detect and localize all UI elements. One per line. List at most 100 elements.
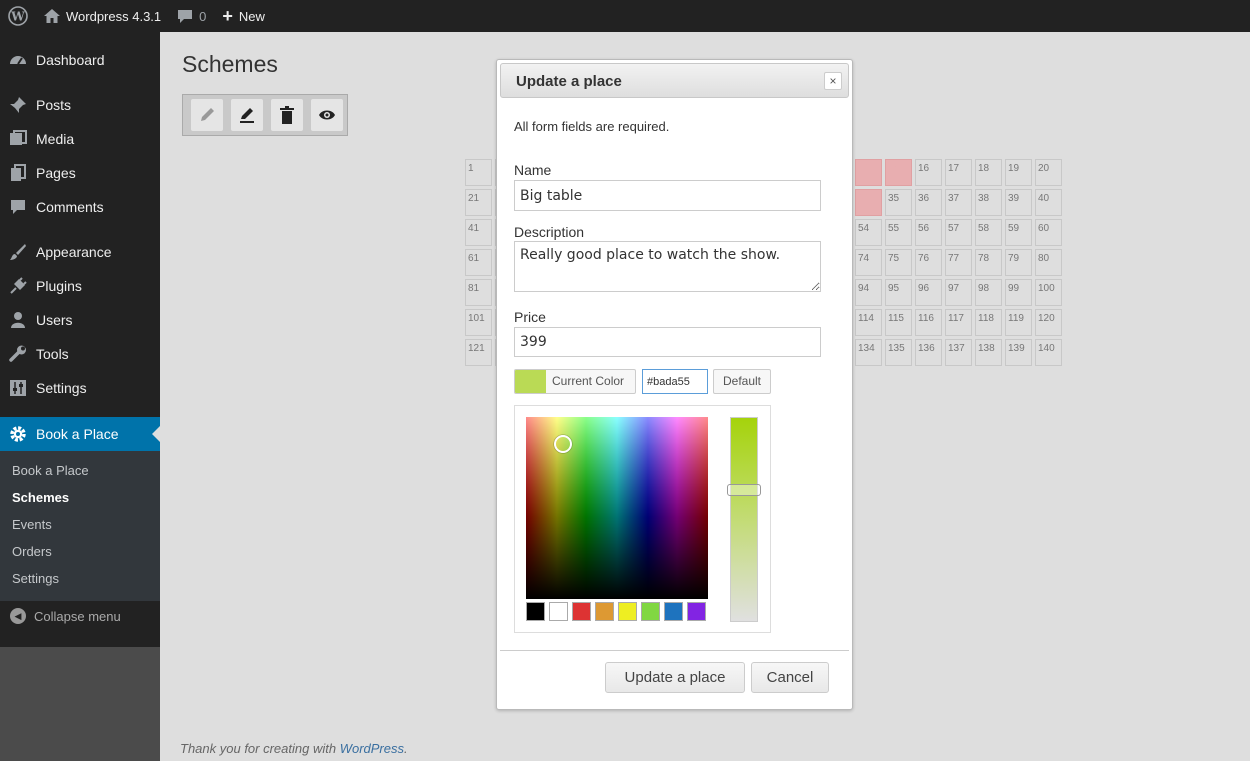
place-cell[interactable]: 56 <box>915 219 942 246</box>
place-cell[interactable]: 60 <box>1035 219 1062 246</box>
place-cell[interactable]: 95 <box>885 279 912 306</box>
new-content-link[interactable]: + New <box>214 0 273 32</box>
palette-swatch[interactable] <box>549 602 568 621</box>
palette-swatch[interactable] <box>618 602 637 621</box>
place-cell[interactable]: 115 <box>885 309 912 336</box>
place-cell[interactable]: 59 <box>1005 219 1032 246</box>
place-cell[interactable]: 38 <box>975 189 1002 216</box>
menu-item-posts[interactable]: Posts <box>0 88 160 122</box>
palette-swatch[interactable] <box>526 602 545 621</box>
place-cell[interactable]: 121 <box>465 339 492 366</box>
submenu-item-book-a-place[interactable]: Book a Place <box>12 463 89 478</box>
place-cell[interactable]: 136 <box>915 339 942 366</box>
place-cell[interactable]: 18 <box>975 159 1002 186</box>
place-cell[interactable]: 117 <box>945 309 972 336</box>
place-cell[interactable]: 58 <box>975 219 1002 246</box>
place-cell[interactable]: 35 <box>885 189 912 216</box>
lightness-slider[interactable] <box>727 417 761 622</box>
hex-color-input[interactable] <box>642 369 708 394</box>
preview-button[interactable] <box>311 99 343 131</box>
site-name-link[interactable]: Wordpress 4.3.1 <box>36 0 169 32</box>
description-textarea[interactable]: Really good place to watch the show. <box>514 241 821 292</box>
menu-item-plugins[interactable]: Plugins <box>0 269 160 303</box>
cancel-button[interactable]: Cancel <box>751 662 829 693</box>
submenu-item-events[interactable]: Events <box>12 517 52 532</box>
palette-swatch[interactable] <box>687 602 706 621</box>
place-cell[interactable]: 134 <box>855 339 882 366</box>
comments-link[interactable]: 0 <box>169 0 214 32</box>
default-color-button[interactable]: Default <box>713 369 771 394</box>
place-cell[interactable]: 39 <box>1005 189 1032 216</box>
place-cell[interactable]: 97 <box>945 279 972 306</box>
menu-item-users[interactable]: Users <box>0 303 160 337</box>
pencil-button[interactable] <box>191 99 223 131</box>
place-cell[interactable]: 41 <box>465 219 492 246</box>
place-cell[interactable]: 61 <box>465 249 492 276</box>
place-cell[interactable]: 79 <box>1005 249 1032 276</box>
palette-swatch[interactable] <box>664 602 683 621</box>
place-cell[interactable]: 99 <box>1005 279 1032 306</box>
place-cell[interactable]: 16 <box>915 159 942 186</box>
delete-button[interactable] <box>271 99 303 131</box>
submenu-item-orders[interactable]: Orders <box>12 544 52 559</box>
place-cell[interactable]: 137 <box>945 339 972 366</box>
place-cell[interactable]: 114 <box>855 309 882 336</box>
menu-item-comments[interactable]: Comments <box>0 190 160 224</box>
place-cell[interactable]: 94 <box>855 279 882 306</box>
place-cell[interactable]: 80 <box>1035 249 1062 276</box>
place-cell[interactable]: 15 <box>885 159 912 186</box>
place-cell[interactable]: 81 <box>465 279 492 306</box>
wordpress-logo-icon[interactable]: W <box>0 0 36 32</box>
place-cell[interactable]: 140 <box>1035 339 1062 366</box>
price-input[interactable] <box>514 327 821 357</box>
place-cell[interactable]: 135 <box>885 339 912 366</box>
collapse-menu-button[interactable]: ◀ Collapse menu <box>10 608 121 624</box>
spectrum-handle[interactable] <box>554 435 572 453</box>
place-cell[interactable]: 101 <box>465 309 492 336</box>
update-place-button[interactable]: Update a place <box>605 662 745 693</box>
place-cell[interactable]: 74 <box>855 249 882 276</box>
place-cell[interactable]: 98 <box>975 279 1002 306</box>
place-cell[interactable]: 57 <box>945 219 972 246</box>
place-cell[interactable]: 17 <box>945 159 972 186</box>
close-icon[interactable]: × <box>824 72 842 90</box>
wordpress-link[interactable]: WordPress <box>340 741 404 756</box>
place-cell[interactable]: 34 <box>855 189 882 216</box>
place-cell[interactable]: 55 <box>885 219 912 246</box>
name-input[interactable] <box>514 180 821 211</box>
menu-item-media[interactable]: Media <box>0 122 160 156</box>
palette-swatch[interactable] <box>572 602 591 621</box>
dialog-titlebar[interactable]: Update a place × <box>500 63 849 98</box>
place-cell[interactable]: 77 <box>945 249 972 276</box>
place-cell[interactable]: 1 <box>465 159 492 186</box>
place-cell[interactable]: 19 <box>1005 159 1032 186</box>
menu-item-book-a-place[interactable]: Book a Place <box>0 417 160 451</box>
place-cell[interactable]: 139 <box>1005 339 1032 366</box>
color-spectrum[interactable] <box>526 417 708 599</box>
submenu-item-settings[interactable]: Settings <box>12 571 59 586</box>
place-cell[interactable]: 120 <box>1035 309 1062 336</box>
place-cell[interactable]: 75 <box>885 249 912 276</box>
place-cell[interactable]: 100 <box>1035 279 1062 306</box>
menu-item-pages[interactable]: Pages <box>0 156 160 190</box>
edit-button[interactable] <box>231 99 263 131</box>
place-cell[interactable]: 138 <box>975 339 1002 366</box>
place-cell[interactable]: 119 <box>1005 309 1032 336</box>
place-cell[interactable]: 54 <box>855 219 882 246</box>
place-cell[interactable]: 96 <box>915 279 942 306</box>
place-cell[interactable]: 78 <box>975 249 1002 276</box>
palette-swatch[interactable] <box>595 602 614 621</box>
place-cell[interactable]: 36 <box>915 189 942 216</box>
place-cell[interactable]: 40 <box>1035 189 1062 216</box>
slider-handle[interactable] <box>727 484 761 496</box>
place-cell[interactable]: 116 <box>915 309 942 336</box>
submenu-item-schemes[interactable]: Schemes <box>12 490 69 505</box>
place-cell[interactable]: 37 <box>945 189 972 216</box>
place-cell[interactable]: 14 <box>855 159 882 186</box>
palette-swatch[interactable] <box>641 602 660 621</box>
menu-item-appearance[interactable]: Appearance <box>0 235 160 269</box>
menu-item-settings[interactable]: Settings <box>0 371 160 405</box>
menu-item-dashboard[interactable]: Dashboard <box>0 43 160 77</box>
menu-item-tools[interactable]: Tools <box>0 337 160 371</box>
place-cell[interactable]: 76 <box>915 249 942 276</box>
